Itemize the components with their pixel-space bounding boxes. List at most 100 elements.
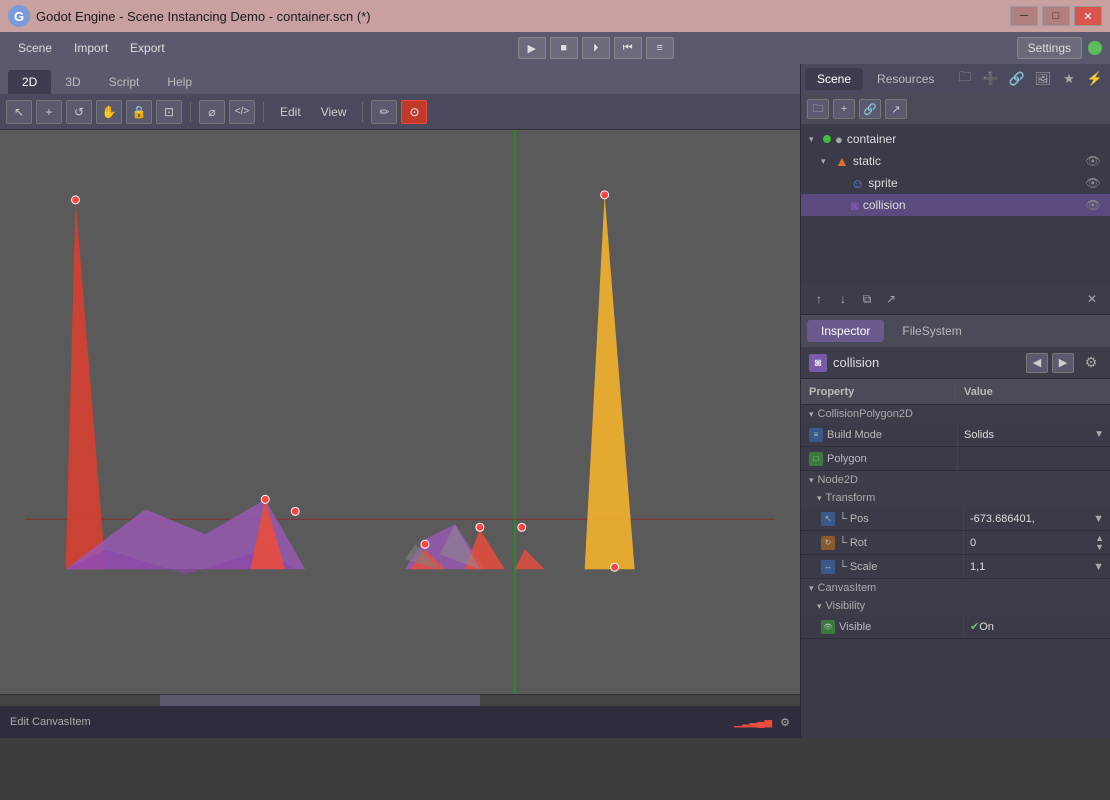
lock-tool[interactable]: 🔒	[126, 100, 152, 124]
inspector-gear-icon[interactable]: ⚙	[1080, 353, 1102, 373]
tree-label-container: container	[847, 132, 1080, 146]
group-tool[interactable]: ⊡	[156, 100, 182, 124]
select-tool[interactable]: ↖	[6, 100, 32, 124]
link-tool[interactable]: ⌀	[199, 100, 225, 124]
canvas-horizontal-scrollbar[interactable]	[0, 694, 800, 706]
minimize-button[interactable]: ─	[1010, 6, 1038, 26]
tab-scene[interactable]: Scene	[805, 68, 863, 90]
visible-value: On	[979, 621, 994, 633]
tree-visibility-sprite[interactable]: 👁	[1084, 174, 1102, 192]
tree-item-static[interactable]: ▾ ▲ static 👁	[801, 150, 1110, 172]
prop-value-scale[interactable]: 1,1 ▼	[963, 555, 1110, 578]
scene-image-icon[interactable]: 🖼	[1032, 68, 1054, 90]
scene-add-icon[interactable]: ➕	[980, 68, 1002, 90]
section-collision-polygon-2d[interactable]: ▾ CollisionPolygon2D	[801, 405, 1110, 423]
scene-tool-file[interactable]: 🗀	[807, 99, 829, 119]
edit-menu-label[interactable]: Edit	[272, 102, 309, 122]
editor-area: 2D 3D Script Help ↖ + ↺ ✋ 🔒 ⊡ ⌀ </> Edit…	[0, 64, 800, 738]
app-logo: G	[8, 5, 30, 27]
inspector-prev-button[interactable]: ◀	[1026, 353, 1048, 373]
prop-value-polygon[interactable]	[957, 447, 1110, 470]
value-column-header: Value	[955, 386, 1110, 398]
scene-tool-refresh[interactable]: ↗	[885, 99, 907, 119]
section-transform-label: Transform	[826, 492, 876, 504]
prop-name-rot: ↻ └ Rot	[801, 536, 963, 550]
property-column-header: Property	[801, 386, 955, 398]
inspector-next-button[interactable]: ▶	[1052, 353, 1074, 373]
tree-item-container[interactable]: ▾ ● container	[801, 128, 1110, 150]
prop-row-polygon: □ Polygon	[801, 447, 1110, 471]
editor-canvas[interactable]	[0, 130, 800, 694]
view-menu-label[interactable]: View	[313, 102, 355, 122]
scene-footer-up[interactable]: ↑	[809, 289, 829, 309]
inspector-header: ◙ collision ◀ ▶ ⚙	[801, 347, 1110, 379]
stop-button[interactable]: ■	[550, 37, 578, 59]
pan-tool[interactable]: ✋	[96, 100, 122, 124]
menubar: Scene Import Export ▶ ■ ⏵ ⏮ ≡ Settings	[0, 32, 1110, 64]
rotate-tool[interactable]: ↺	[66, 100, 92, 124]
tab-script[interactable]: Script	[95, 70, 154, 94]
section-visibility[interactable]: ▾ Visibility	[801, 597, 1110, 615]
tree-item-collision[interactable]: ◙ collision 👁	[801, 194, 1110, 216]
scene-tool-link[interactable]: 🔗	[859, 99, 881, 119]
section-canvasitem[interactable]: ▾ CanvasItem	[801, 579, 1110, 597]
window-title: Godot Engine - Scene Instancing Demo - c…	[36, 9, 371, 24]
tree-status-dot	[823, 135, 831, 143]
pos-value: -673.686401,	[970, 513, 1035, 525]
active-tool[interactable]: ⊙	[401, 100, 427, 124]
tab-3d[interactable]: 3D	[51, 70, 94, 94]
menu-export[interactable]: Export	[120, 37, 175, 59]
section-node2d[interactable]: ▾ Node2D	[801, 471, 1110, 489]
tab-filesystem[interactable]: FileSystem	[888, 320, 975, 342]
close-button[interactable]: ✕	[1074, 6, 1102, 26]
pencil-tool[interactable]: ✏	[371, 100, 397, 124]
scene-link-icon[interactable]: 🔗	[1006, 68, 1028, 90]
section-transform[interactable]: ▾ Transform	[801, 489, 1110, 507]
section-visibility-label: Visibility	[826, 600, 866, 612]
prop-name-scale: ↔ └ Scale	[801, 560, 963, 574]
settings-gear-icon[interactable]: ⚙	[780, 716, 790, 729]
prop-value-rot[interactable]: 0 ▲▼	[963, 531, 1110, 554]
scene-star-icon[interactable]: ★	[1058, 68, 1080, 90]
scene-file-icon[interactable]: 🗀	[954, 68, 976, 90]
settings-button[interactable]: Settings	[1017, 37, 1082, 59]
pause-button[interactable]: ≡	[646, 37, 674, 59]
tree-icon-container: ●	[835, 132, 843, 147]
settings-status-dot	[1088, 41, 1102, 55]
maximize-button[interactable]: □	[1042, 6, 1070, 26]
property-table[interactable]: Property Value ▾ CollisionPolygon2D ≡ Bu…	[801, 379, 1110, 738]
section-visibility-arrow: ▾	[817, 601, 822, 612]
add-tool[interactable]: +	[36, 100, 62, 124]
code-tool[interactable]: </>	[229, 100, 255, 124]
menu-import[interactable]: Import	[64, 37, 118, 59]
tree-item-sprite[interactable]: ☺ sprite 👁	[801, 172, 1110, 194]
scene-footer-close[interactable]: ✕	[1082, 289, 1102, 309]
scene-tabs: Scene Resources 🗀 ➕ 🔗 🖼 ★ ⚡	[801, 64, 1110, 94]
play-button[interactable]: ▶	[518, 37, 546, 59]
prop-value-build-mode[interactable]: Solids ▼	[957, 423, 1110, 446]
scene-tool-add[interactable]: +	[833, 99, 855, 119]
section-node2d-label: Node2D	[818, 474, 858, 486]
scene-bolt-icon[interactable]: ⚡	[1084, 68, 1106, 90]
canvas-svg	[0, 130, 800, 694]
toolbar-separator-3	[362, 102, 363, 122]
scene-footer-link[interactable]: ↗	[881, 289, 901, 309]
scene-footer-duplicate[interactable]: ⧉	[857, 289, 877, 309]
tree-visibility-container[interactable]	[1084, 130, 1102, 148]
titlebar: G Godot Engine - Scene Instancing Demo -…	[0, 0, 1110, 32]
prop-icon-pos: ↖	[821, 512, 835, 526]
play-scene-button[interactable]: ⏵	[582, 37, 610, 59]
scene-footer-down[interactable]: ↓	[833, 289, 853, 309]
tab-inspector[interactable]: Inspector	[807, 320, 884, 342]
tab-resources[interactable]: Resources	[865, 68, 946, 90]
tab-2d[interactable]: 2D	[8, 70, 51, 94]
dropdown-build-mode[interactable]: Solids ▼	[964, 429, 1104, 441]
play-custom-button[interactable]: ⏮	[614, 37, 642, 59]
prop-value-visible[interactable]: ✔ On	[963, 615, 1110, 638]
rot-spinner[interactable]: ▲▼	[1095, 534, 1104, 552]
tree-visibility-collision[interactable]: 👁	[1084, 196, 1102, 214]
tree-visibility-static[interactable]: 👁	[1084, 152, 1102, 170]
menu-scene[interactable]: Scene	[8, 37, 62, 59]
prop-value-pos[interactable]: -673.686401, ▼	[963, 507, 1110, 530]
tab-help[interactable]: Help	[153, 70, 206, 94]
